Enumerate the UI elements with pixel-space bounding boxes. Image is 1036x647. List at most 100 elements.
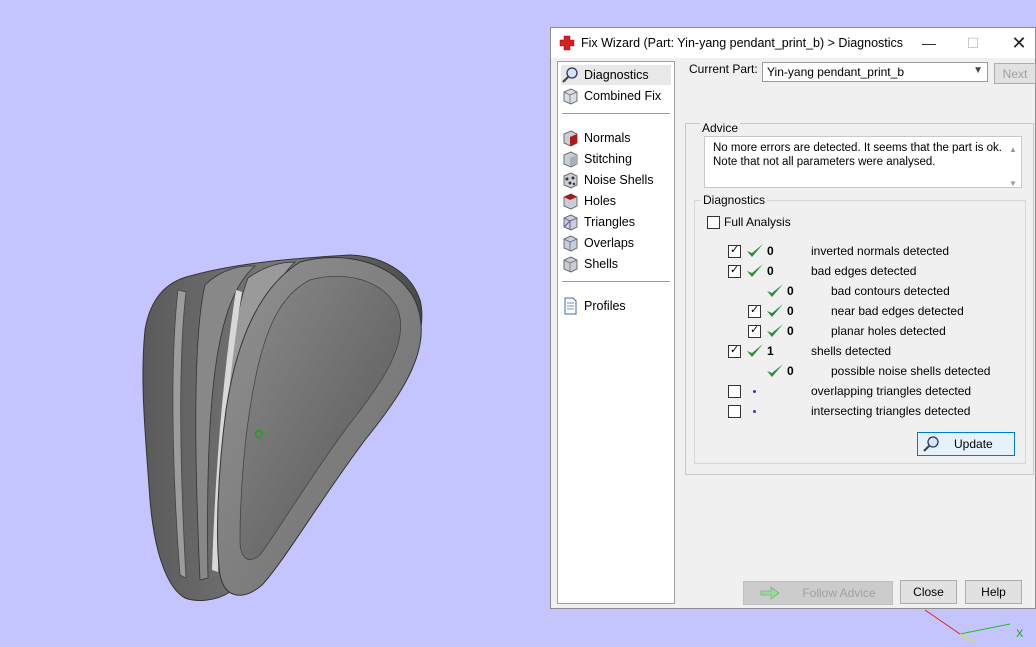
nav-item-overlaps[interactable]: Overlaps — [561, 233, 671, 253]
row-count: 0 — [767, 244, 774, 258]
svg-text:X: X — [1016, 628, 1024, 640]
nav-item-label: Combined Fix — [584, 89, 662, 103]
nav-item-profiles[interactable]: Profiles — [561, 296, 671, 316]
row-checkbox[interactable]: ✓ — [748, 304, 761, 318]
nav-item-label: Holes — [584, 194, 616, 208]
nav-separator — [562, 281, 670, 282]
row-checkbox[interactable]: ✓ — [728, 244, 741, 258]
row-label: overlapping triangles detected — [811, 384, 972, 398]
row-checkbox[interactable] — [728, 385, 741, 398]
nav-item-shells[interactable]: Shells — [561, 254, 671, 274]
current-part-label: Current Part: — [689, 62, 758, 76]
advice-group: Advice No more errors are detected. It s… — [694, 121, 1026, 190]
magnifier-icon — [923, 436, 939, 452]
pendant-3d-model[interactable] — [0, 0, 540, 647]
help-button-label: Help — [981, 585, 1006, 599]
check-green-icon — [747, 244, 763, 257]
nav-item-combined-fix[interactable]: Combined Fix — [561, 86, 671, 106]
nav-item-holes[interactable]: Holes — [561, 191, 671, 211]
next-button[interactable]: Next — [994, 63, 1036, 84]
row-count: 0 — [767, 264, 774, 278]
nav-item-label: Overlaps — [584, 236, 635, 250]
diagnostics-title: Diagnostics — [701, 193, 768, 207]
chevron-down-icon: ▼ — [973, 65, 983, 76]
row-label: possible noise shells detected — [831, 364, 991, 378]
update-button-label: Update — [954, 437, 993, 451]
stitching-cube-icon — [563, 151, 578, 168]
diagnostics-group: Diagnostics Full Analysis ✓ 0 inverted n… — [694, 193, 1026, 464]
noise-shells-icon — [563, 172, 578, 189]
row-label: shells detected — [811, 344, 892, 358]
close-button[interactable]: Close — [900, 580, 957, 604]
check-green-icon — [747, 264, 763, 277]
check-green-icon — [767, 364, 783, 377]
holes-cube-icon — [563, 193, 578, 210]
row-count: 0 — [787, 304, 794, 318]
close-icon: ✕ — [1011, 32, 1027, 53]
row-count: 1 — [767, 344, 774, 358]
title-bar[interactable]: Fix Wizard (Part: Yin-yang pendant_print… — [551, 28, 1035, 58]
current-part-value: Yin-yang pendant_print_b — [767, 65, 904, 79]
advice-line-1: No more errors are detected. It seems th… — [713, 142, 1002, 154]
row-label: inverted normals detected — [811, 244, 950, 258]
update-button[interactable]: Update — [917, 432, 1015, 456]
nav-item-label: Noise Shells — [584, 173, 654, 187]
check-green-icon — [767, 284, 783, 297]
nav-item-diagnostics[interactable]: Diagnostics — [561, 65, 671, 85]
help-button[interactable]: Help — [965, 580, 1022, 604]
fix-wizard-dialog: Fix Wizard (Part: Yin-yang pendant_print… — [550, 27, 1036, 609]
nav-item-label: Stitching — [584, 152, 632, 166]
nav-item-stitching[interactable]: Stitching — [561, 149, 671, 169]
row-checkbox[interactable] — [728, 405, 741, 418]
shells-cube-icon — [563, 256, 578, 273]
document-icon — [564, 297, 577, 315]
minimize-icon: — — [922, 35, 936, 51]
window-title: Fix Wizard (Part: Yin-yang pendant_print… — [581, 36, 904, 50]
follow-advice-button[interactable]: Follow Advice — [743, 581, 893, 605]
nav-item-label: Profiles — [584, 299, 626, 313]
follow-advice-label: Follow Advice — [802, 586, 876, 600]
row-checkbox[interactable]: ✓ — [728, 264, 741, 278]
full-analysis-label: Full Analysis — [724, 215, 791, 229]
nav-separator — [562, 113, 670, 114]
advice-textbox[interactable]: No more errors are detected. It seems th… — [704, 136, 1022, 188]
maximize-icon: ☐ — [966, 34, 980, 51]
overlaps-cube-icon — [563, 235, 578, 252]
row-count: 0 — [787, 324, 794, 338]
minimize-button[interactable]: — — [909, 28, 949, 58]
close-button-label: Close — [913, 585, 944, 599]
row-label: near bad edges detected — [831, 304, 964, 318]
row-label: intersecting triangles detected — [811, 404, 971, 418]
row-checkbox[interactable]: ✓ — [748, 324, 761, 338]
row-count: 0 — [787, 284, 794, 298]
nav-item-normals[interactable]: Normals — [561, 128, 671, 148]
nav-item-label: Diagnostics — [584, 68, 649, 82]
advice-scrollbar[interactable]: ▲ ▼ — [1005, 137, 1021, 188]
row-label: bad contours detected — [831, 284, 950, 298]
status-dot-icon — [753, 390, 756, 393]
row-count: 0 — [787, 364, 794, 378]
row-label: bad edges detected — [811, 264, 917, 278]
close-window-button[interactable]: ✕ — [999, 28, 1036, 58]
status-dot-icon — [753, 410, 756, 413]
triangles-cube-icon — [563, 214, 578, 231]
advice-title: Advice — [700, 121, 741, 135]
nav-item-label: Shells — [584, 257, 619, 271]
check-green-icon — [747, 344, 763, 357]
advice-line-2: Note that not all parameters were analys… — [713, 156, 936, 168]
magnifier-icon — [562, 67, 578, 83]
nav-item-label: Normals — [584, 131, 631, 145]
nav-item-label: Triangles — [584, 215, 635, 229]
next-button-label: Next — [1002, 66, 1028, 81]
nav-item-noise-shells[interactable]: Noise Shells — [561, 170, 671, 190]
current-part-select[interactable]: Yin-yang pendant_print_b ▼ — [762, 62, 988, 82]
diagnostics-panel: Advice No more errors are detected. It s… — [685, 121, 1034, 475]
check-green-icon — [767, 304, 783, 317]
full-analysis-checkbox[interactable] — [707, 216, 720, 229]
nav-item-triangles[interactable]: Triangles — [561, 212, 671, 232]
red-cross-icon — [559, 35, 575, 51]
row-checkbox[interactable]: ✓ — [728, 344, 741, 358]
cube-icon — [563, 88, 578, 105]
maximize-button[interactable]: ☐ — [953, 28, 993, 58]
row-label: planar holes detected — [831, 324, 946, 338]
